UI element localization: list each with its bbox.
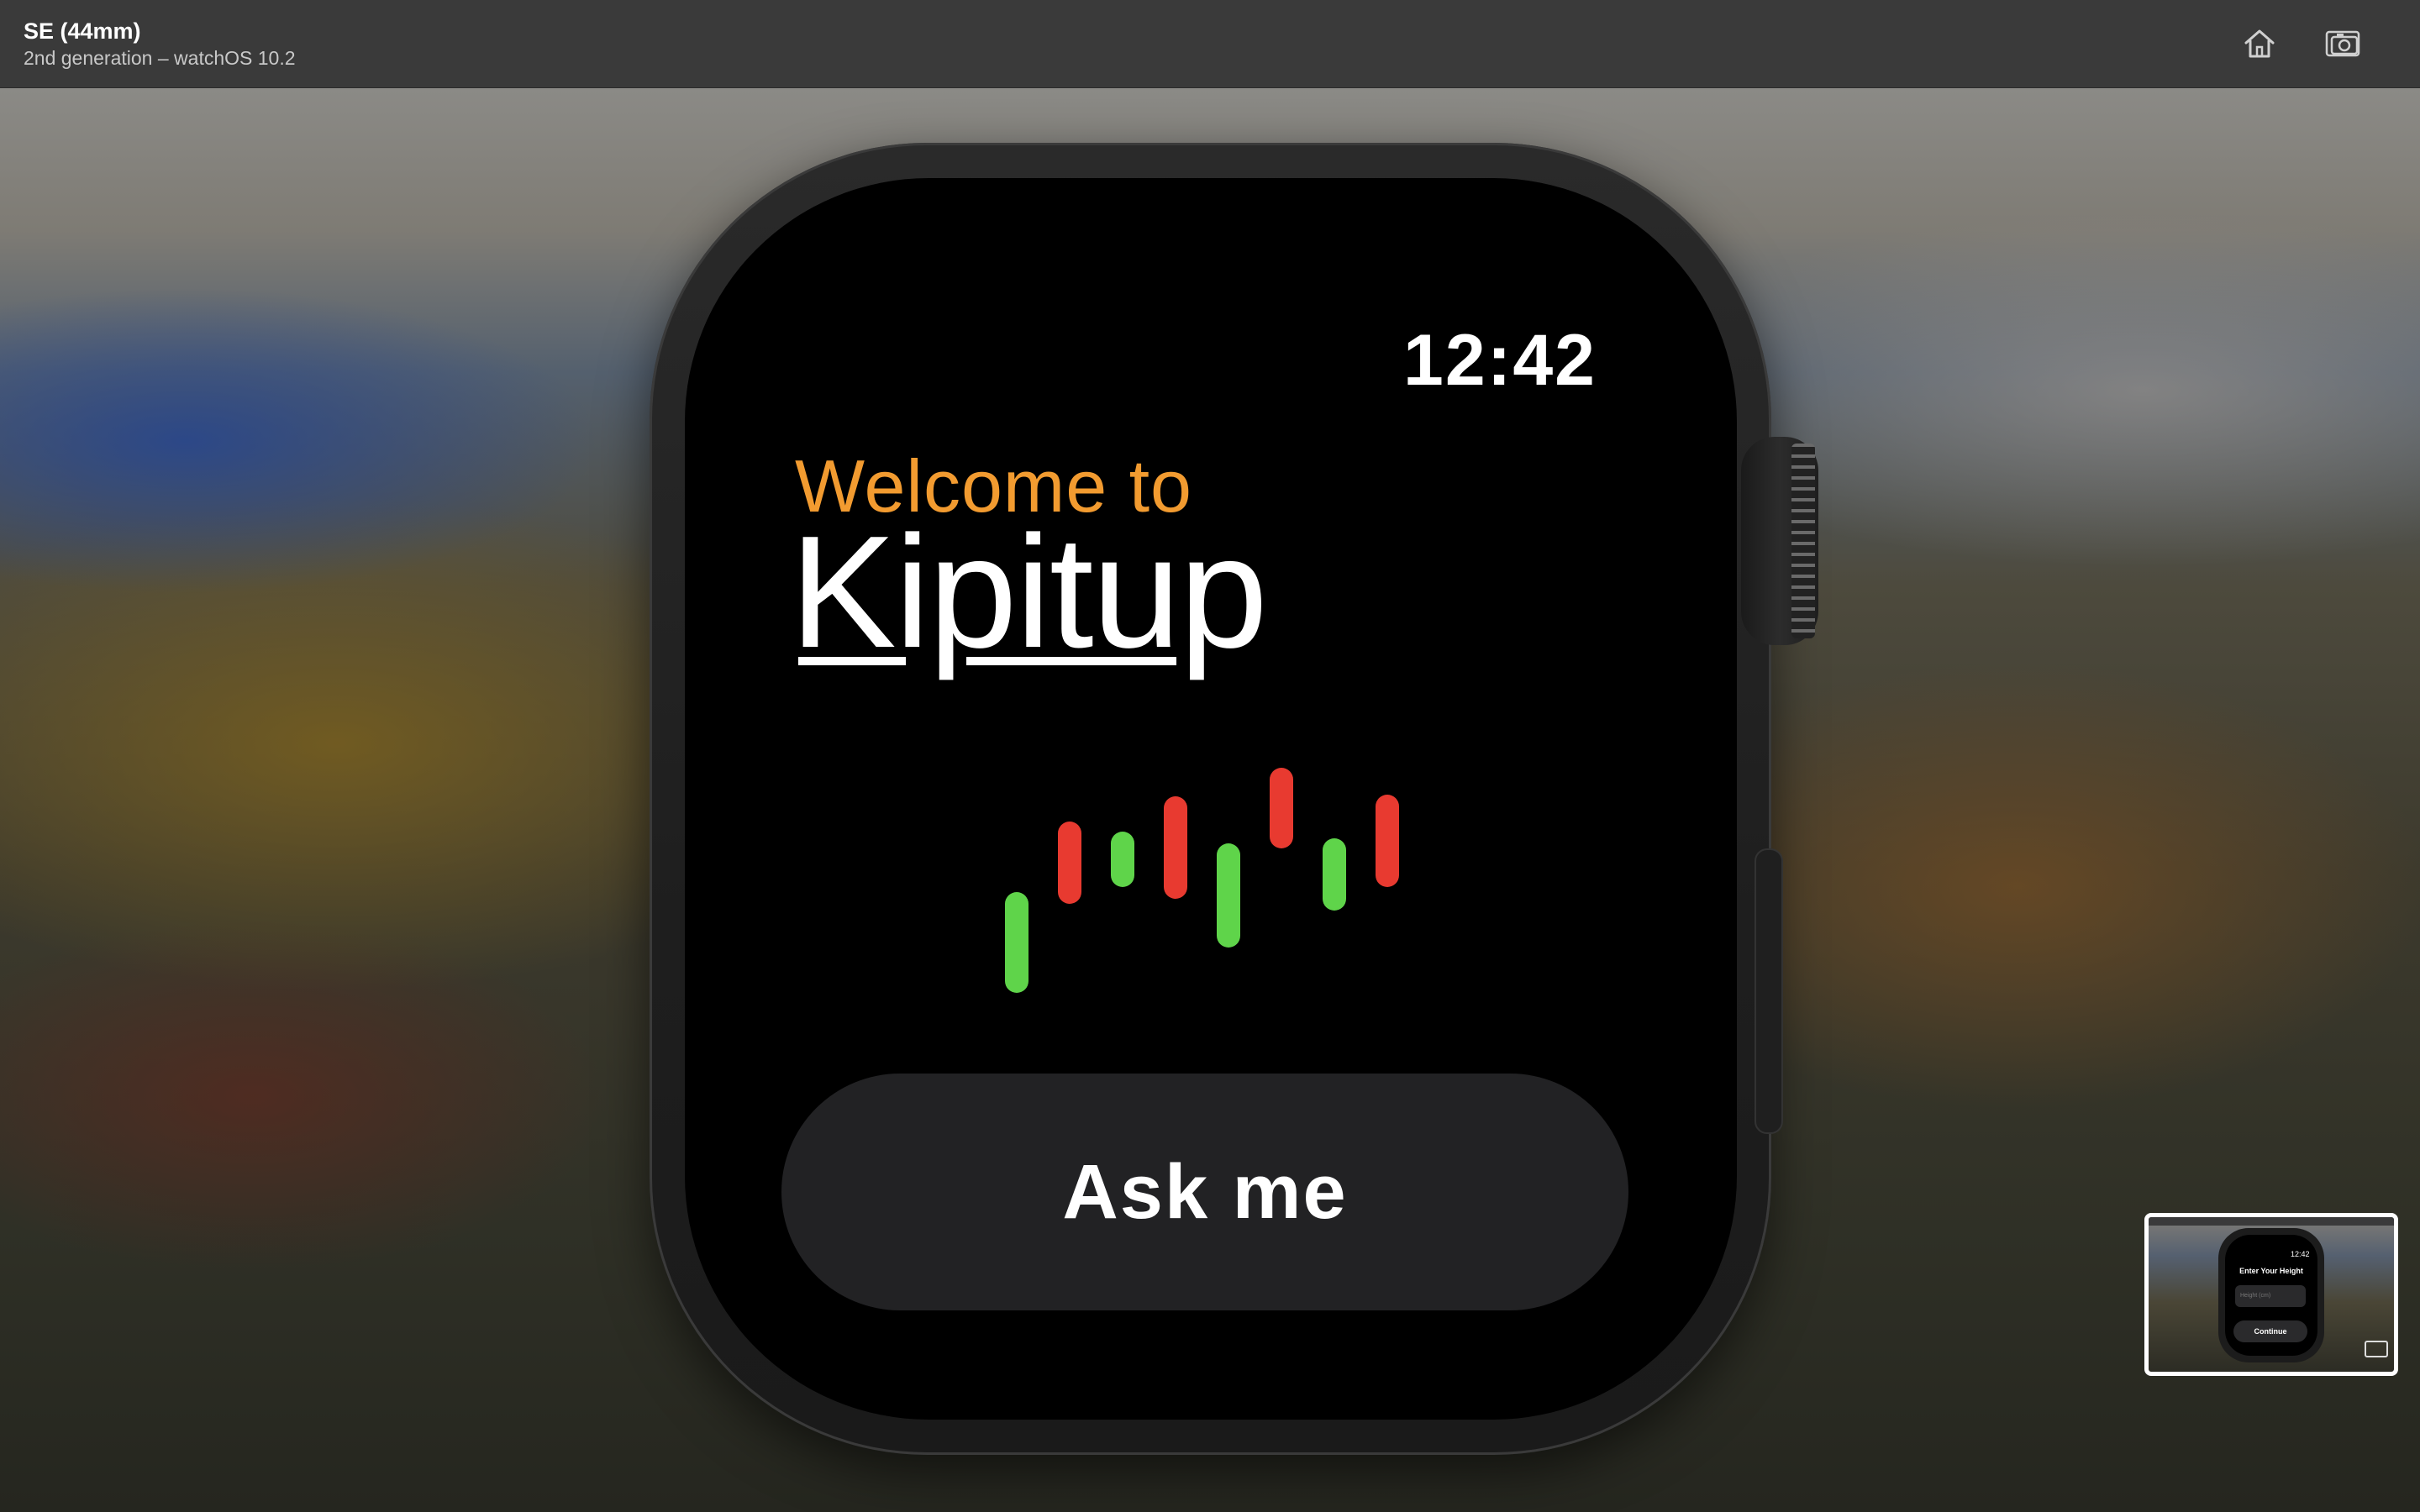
logo-underline-right xyxy=(966,657,1176,665)
logo-bar-green xyxy=(1217,843,1240,948)
screenshot-button[interactable] xyxy=(2319,20,2366,67)
thumbnail-camera-icon xyxy=(2365,1341,2388,1357)
logo-bar-red xyxy=(1376,795,1399,887)
thumbnail-title-bar xyxy=(2149,1217,2394,1226)
thumbnail-continue-button: Continue xyxy=(2233,1320,2307,1342)
logo-bar-red xyxy=(1164,796,1187,899)
logo-underline-left xyxy=(798,657,906,665)
side-button[interactable] xyxy=(1754,848,1783,1134)
logo-bar-red xyxy=(1058,822,1081,904)
digital-crown-ridges xyxy=(1791,444,1815,638)
logo-bar-green xyxy=(1323,838,1346,911)
home-button[interactable] xyxy=(2236,20,2283,67)
app-name-logo: Kipitup xyxy=(790,503,1268,681)
logo-bars-graphic xyxy=(1005,768,1399,993)
thumbnail-time: 12:42 xyxy=(2291,1250,2310,1258)
thumbnail-height-field: Height (cm) xyxy=(2235,1285,2306,1307)
title-bar: SE (44mm) 2nd generation – watchOS 10.2 xyxy=(0,0,2420,88)
ask-me-button[interactable]: Ask me xyxy=(781,1074,1628,1310)
screenshot-camera-icon xyxy=(2325,30,2360,57)
logo-bar-green xyxy=(1111,832,1134,887)
device-title: SE (44mm) xyxy=(24,18,141,44)
logo-bar-green xyxy=(1005,892,1028,993)
simulator-window: SE (44mm) 2nd generation – watchOS 10.2 … xyxy=(0,0,2420,1512)
thumbnail-heading: Enter Your Height xyxy=(2239,1267,2303,1275)
status-time: 12:42 xyxy=(1403,320,1597,401)
device-subtitle: 2nd generation – watchOS 10.2 xyxy=(24,47,296,69)
home-icon xyxy=(2244,29,2275,58)
logo-bar-red xyxy=(1270,768,1293,848)
